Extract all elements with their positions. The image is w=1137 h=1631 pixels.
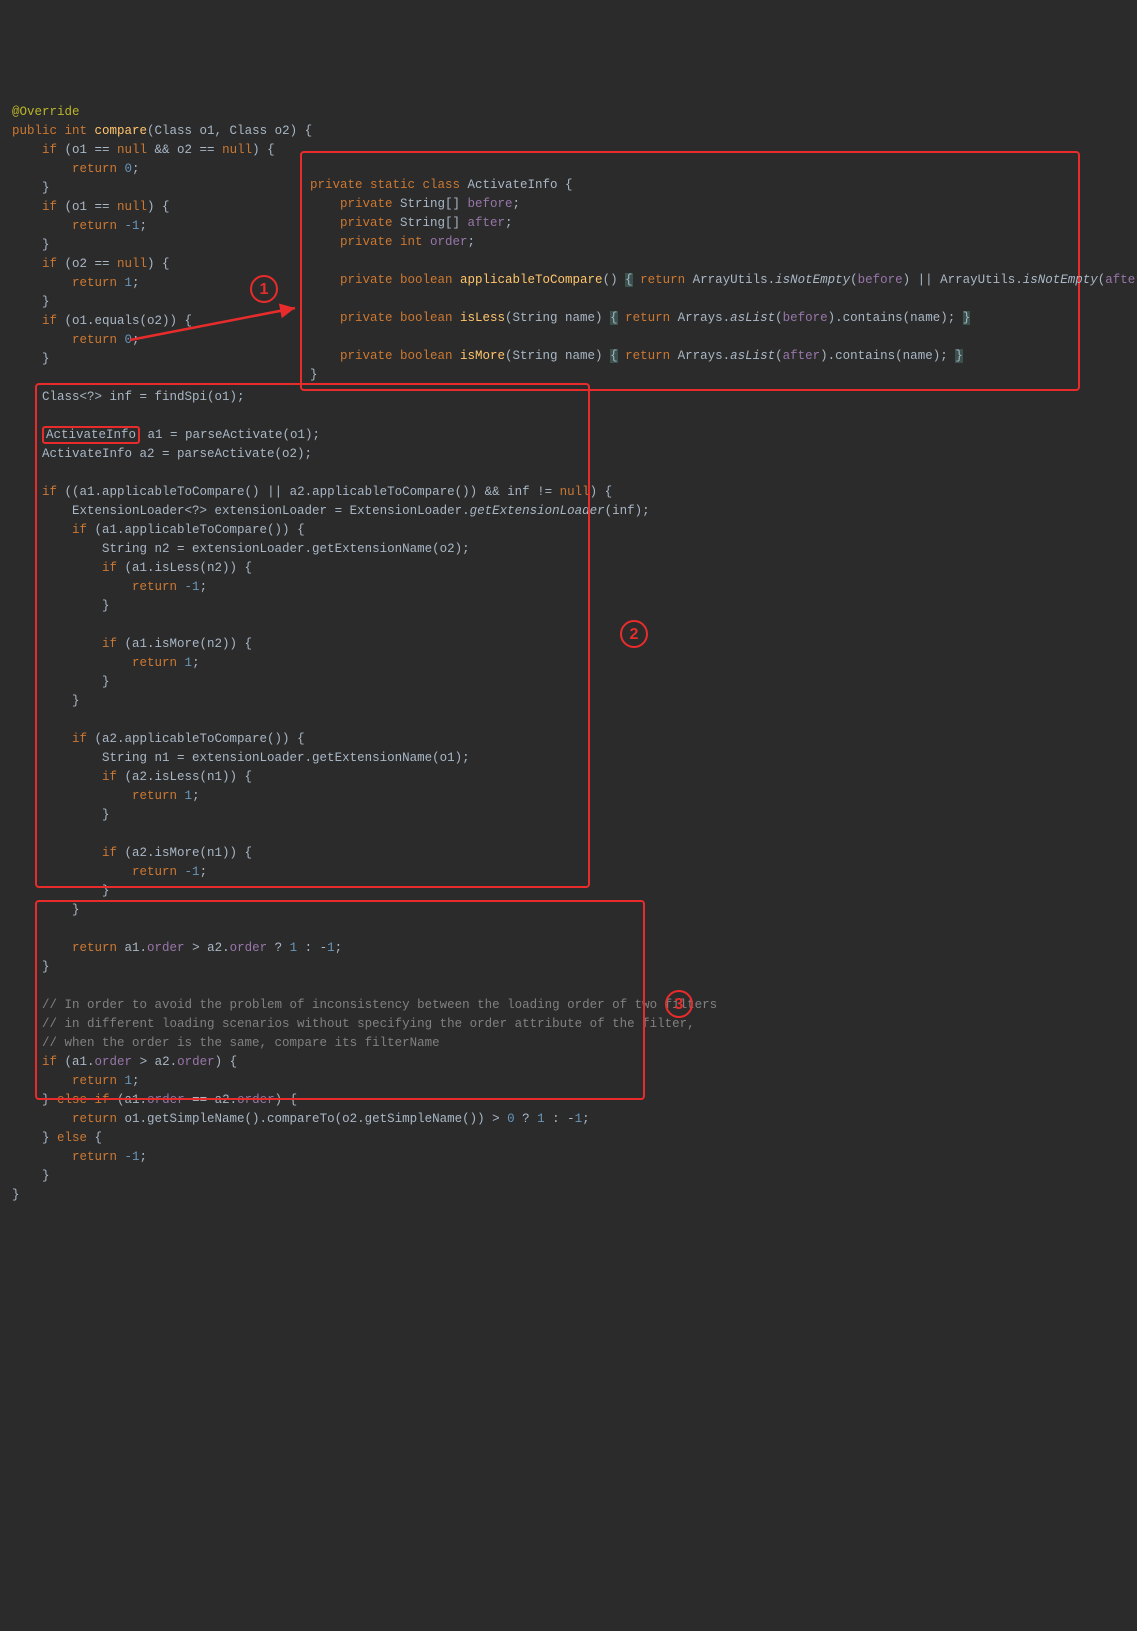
callout-2: 2 [620, 620, 648, 648]
activate-info-box: private static class ActivateInfo { priv… [300, 151, 1080, 391]
block-3-content: // In order to avoid the problem of inco… [12, 998, 717, 1183]
activate-info-highlight: ActivateInfo [42, 426, 140, 444]
callout-3: 3 [665, 990, 693, 1018]
callout-1: 1 [250, 275, 278, 303]
annotation: @Override [12, 105, 80, 119]
block-2-content: if ((a1.applicableToCompare() || a2.appl… [12, 485, 650, 974]
